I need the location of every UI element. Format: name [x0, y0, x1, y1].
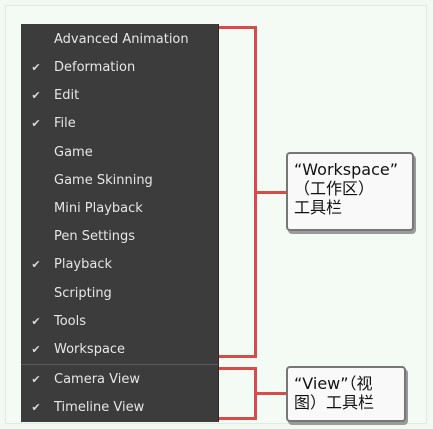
- menu-item-game[interactable]: Game: [21, 139, 218, 167]
- menu-item-deformation[interactable]: ✔ Deformation: [21, 54, 218, 82]
- menu-item-edit[interactable]: ✔ Edit: [21, 82, 218, 110]
- workspace-callout-connector: [254, 191, 288, 194]
- workspace-group-bracket: [219, 26, 257, 358]
- menu-item-game-skinning[interactable]: Game Skinning: [21, 167, 218, 195]
- view-callout-connector: [254, 392, 288, 395]
- menu-item-camera-view[interactable]: ✔ Camera View: [21, 366, 218, 394]
- view-group-bracket: [219, 367, 257, 420]
- menu-item-playback[interactable]: ✔ Playback: [21, 251, 218, 279]
- menu-separator: [21, 364, 218, 365]
- workspace-toolbar-callout: “Workspace” （工作区） 工具栏: [286, 152, 414, 231]
- check-icon: ✔: [31, 89, 41, 102]
- view-toolbar-callout: “View”（视 图）工具栏: [286, 366, 406, 422]
- menu-item-file[interactable]: ✔ File: [21, 110, 218, 138]
- toolbars-menu: Advanced Animation ✔ Deformation ✔ Edit …: [21, 24, 219, 422]
- menu-item-scripting[interactable]: Scripting: [21, 280, 218, 308]
- check-icon: ✔: [31, 343, 41, 356]
- check-icon: ✔: [31, 61, 41, 74]
- check-icon: ✔: [31, 117, 41, 130]
- menu-item-workspace[interactable]: ✔ Workspace: [21, 336, 218, 364]
- menu-item-tools[interactable]: ✔ Tools: [21, 308, 218, 336]
- check-icon: ✔: [31, 315, 41, 328]
- menu-item-timeline-view[interactable]: ✔ Timeline View: [21, 394, 218, 422]
- check-icon: ✔: [31, 373, 41, 386]
- check-icon: ✔: [31, 401, 41, 414]
- menu-item-pen-settings[interactable]: Pen Settings: [21, 223, 218, 251]
- menu-item-advanced-animation[interactable]: Advanced Animation: [21, 26, 218, 54]
- check-icon: ✔: [31, 258, 41, 271]
- menu-item-mini-playback[interactable]: Mini Playback: [21, 195, 218, 223]
